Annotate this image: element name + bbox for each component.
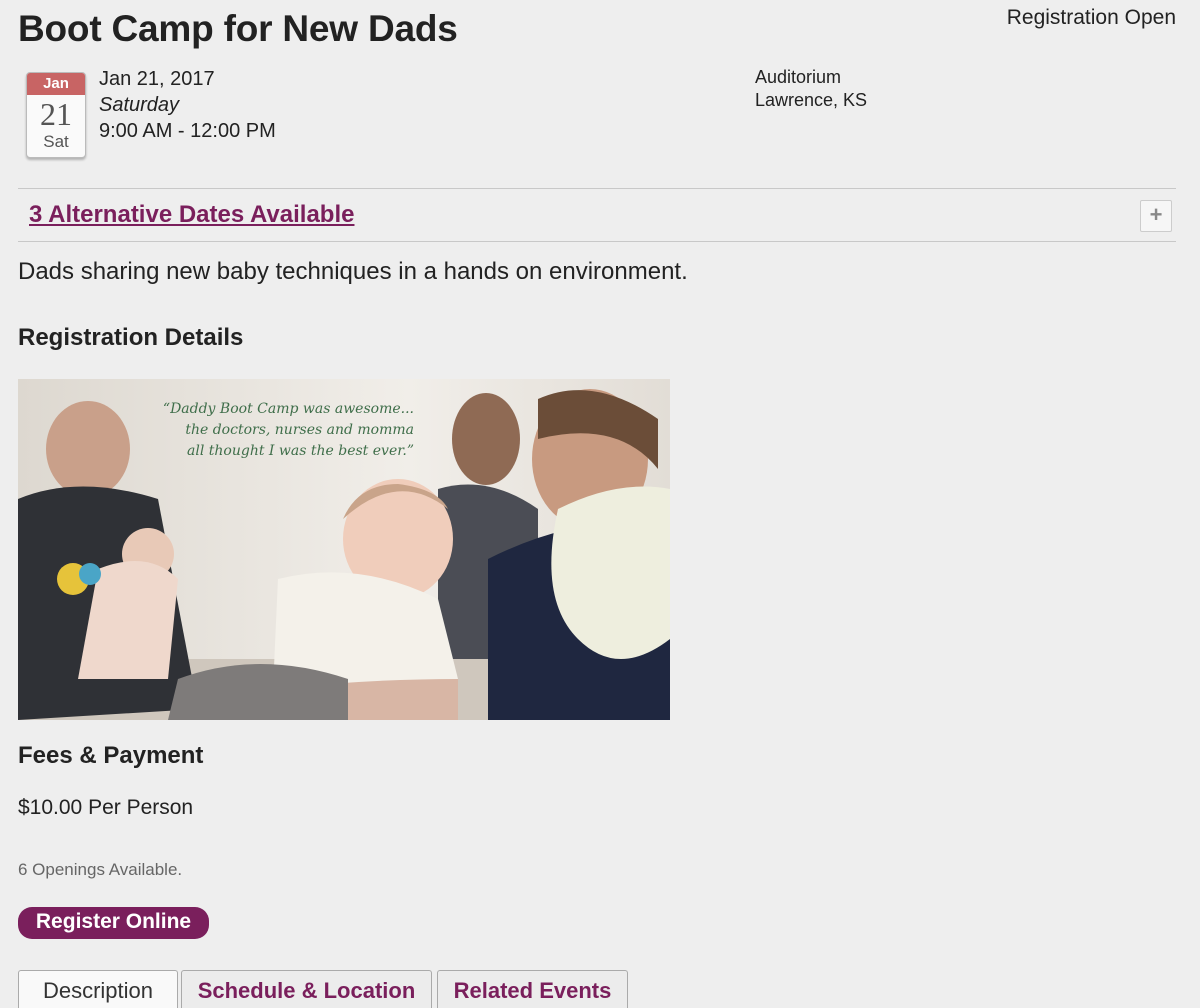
- quote-line: the doctors, nurses and momma: [185, 422, 414, 438]
- event-weekday: Saturday: [99, 94, 180, 116]
- event-date: Jan 21, 2017: [99, 68, 215, 90]
- event-location: Auditorium Lawrence, KS: [755, 66, 867, 112]
- calendar-month: Jan: [27, 73, 85, 95]
- expand-plus-icon[interactable]: +: [1140, 200, 1172, 232]
- calendar-icon: Jan 21 Sat: [26, 72, 86, 158]
- quote-line: “Daddy Boot Camp was awesome...: [162, 401, 414, 417]
- registration-details-heading: Registration Details: [18, 324, 244, 351]
- tab-description[interactable]: Description: [18, 970, 178, 1008]
- tab-schedule-location[interactable]: Schedule & Location: [181, 970, 432, 1008]
- page-title: Boot Camp for New Dads: [18, 8, 458, 49]
- calendar-day: 21: [40, 96, 72, 132]
- event-description: Dads sharing new baby techniques in a ha…: [18, 258, 688, 285]
- testimonial-quote: “Daddy Boot Camp was awesome... the doct…: [144, 399, 414, 462]
- event-photo: “Daddy Boot Camp was awesome... the doct…: [18, 379, 670, 720]
- quote-line: all thought I was the best ever.”: [187, 443, 414, 459]
- alternative-dates-link[interactable]: 3 Alternative Dates Available: [29, 201, 354, 229]
- location-venue: Auditorium: [755, 67, 842, 87]
- alternative-dates-bar: 3 Alternative Dates Available +: [18, 188, 1176, 242]
- event-page: Boot Camp for New Dads Registration Open…: [0, 0, 1200, 1008]
- fees-heading: Fees & Payment: [18, 742, 204, 769]
- event-datetime: Jan 21, 2017 Saturday 9:00 AM - 12:00 PM: [99, 66, 276, 144]
- register-online-button[interactable]: Register Online: [18, 907, 209, 939]
- registration-status: Registration Open: [1006, 6, 1176, 29]
- price: $10.00 Per Person: [18, 796, 194, 819]
- tab-related-events[interactable]: Related Events: [437, 970, 628, 1008]
- openings-available: 6 Openings Available.: [18, 860, 183, 879]
- event-time: 9:00 AM - 12:00 PM: [99, 120, 276, 142]
- location-city: Lawrence, KS: [755, 90, 868, 110]
- calendar-weekday: Sat: [43, 132, 69, 151]
